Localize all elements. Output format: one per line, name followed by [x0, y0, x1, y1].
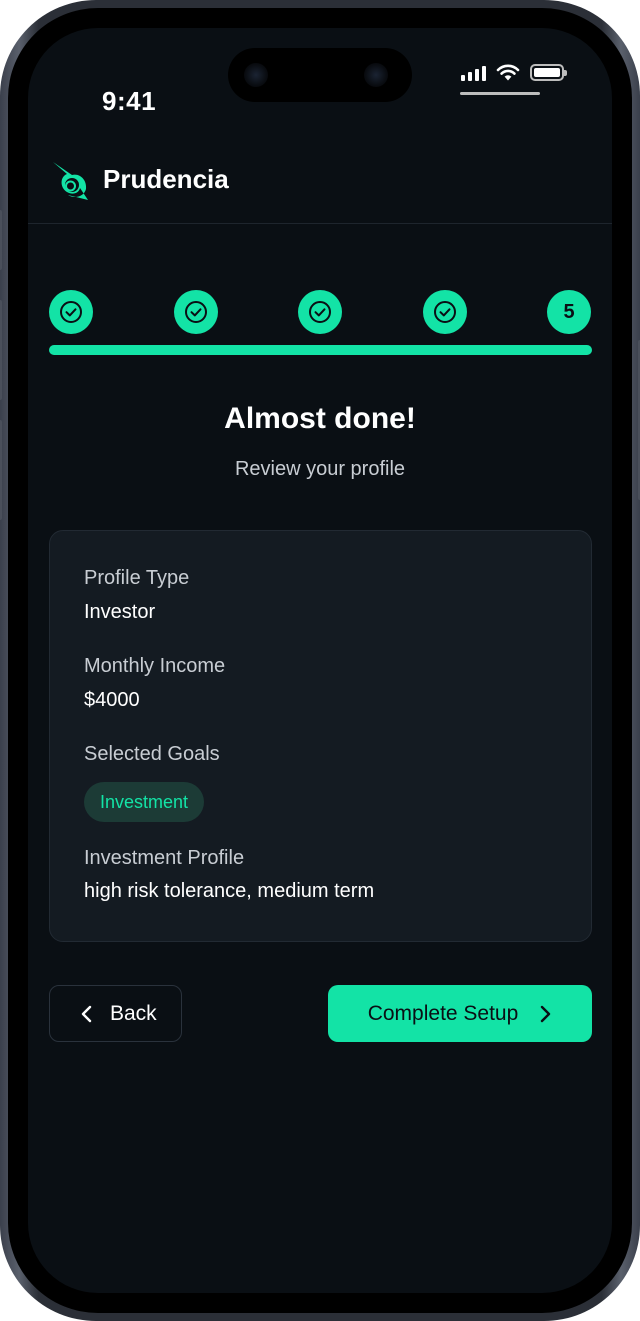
check-circle-icon	[185, 301, 207, 323]
goal-chip: Investment	[84, 782, 205, 822]
dynamic-island	[228, 48, 412, 102]
selected-goals-label: Selected Goals	[84, 743, 220, 765]
profile-review-card: Profile Type Investor Monthly Income $40…	[49, 530, 592, 942]
step-5-current: 5	[547, 290, 591, 334]
progress-bar-fill	[49, 345, 592, 355]
check-circle-icon	[60, 301, 82, 323]
chevron-left-icon	[81, 1005, 92, 1022]
step-2-complete	[174, 290, 218, 334]
action-button	[0, 210, 2, 270]
complete-setup-label: Complete Setup	[367, 1001, 519, 1025]
monthly-income-label: Monthly Income	[84, 655, 226, 677]
page-title: Almost done!	[224, 402, 416, 435]
step-3-complete	[298, 290, 342, 334]
page-subtitle: Review your profile	[234, 458, 406, 480]
investment-profile-label: Investment Profile	[84, 847, 245, 869]
progress-bar	[49, 345, 592, 355]
status-time: 9:41	[102, 86, 157, 116]
owl-logo-icon	[53, 162, 88, 200]
step-1-complete	[49, 290, 93, 334]
app-header: Prudencia	[28, 156, 612, 224]
complete-setup-button[interactable]: Complete Setup	[328, 985, 592, 1042]
step-4-complete	[423, 290, 467, 334]
cellular-signal-icon	[461, 65, 486, 81]
profile-type-value: Investor	[84, 601, 156, 623]
volume-down-button	[0, 420, 2, 520]
check-circle-icon	[434, 301, 456, 323]
volume-up-button	[0, 300, 2, 400]
chevron-right-icon	[541, 1005, 551, 1022]
status-icons	[461, 64, 567, 81]
front-camera-icon	[244, 63, 268, 87]
battery-icon	[530, 64, 567, 81]
wifi-icon	[496, 64, 520, 81]
investment-profile-value: high risk tolerance, medium term	[84, 880, 375, 902]
monthly-income-value: $4000	[84, 689, 140, 711]
sensor-icon	[364, 63, 388, 87]
status-underline	[460, 92, 540, 95]
progress-stepper: 5	[49, 290, 592, 336]
back-button[interactable]: Back	[49, 985, 182, 1042]
profile-type-label: Profile Type	[84, 567, 190, 589]
brand-name: Prudencia	[103, 164, 229, 194]
check-circle-icon	[309, 301, 331, 323]
back-button-label: Back	[110, 1001, 157, 1025]
app-screen: 9:41 Prudencia 5 Almost done! Review you…	[28, 28, 612, 1293]
